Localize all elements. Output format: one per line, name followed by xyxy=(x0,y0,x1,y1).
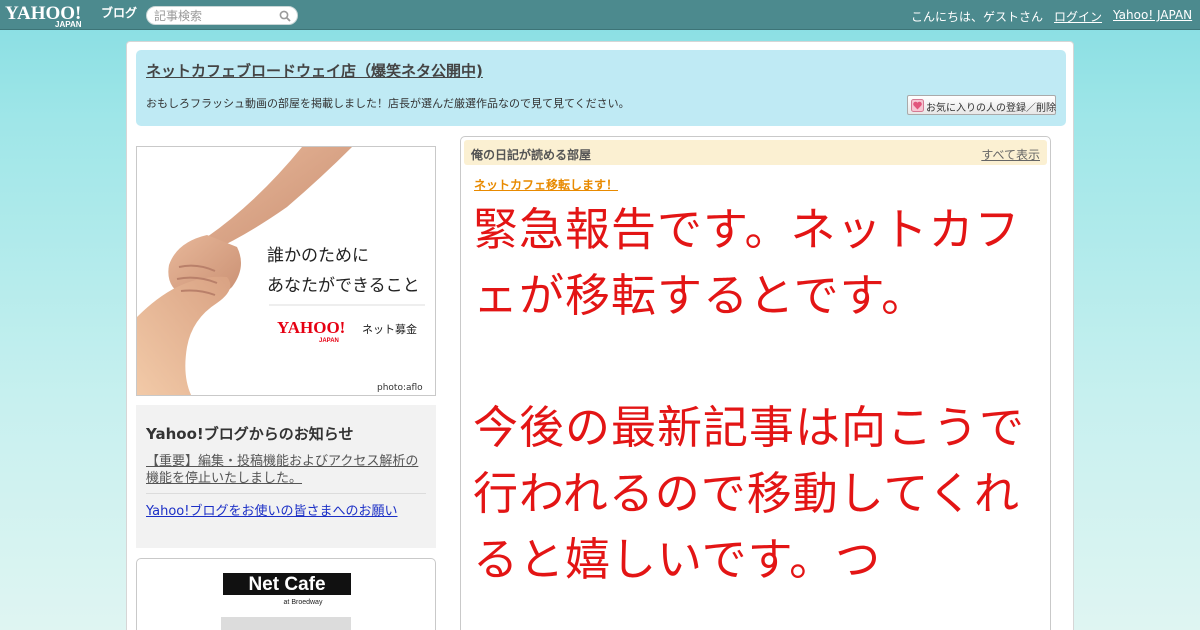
notice-item-request[interactable]: Yahoo!ブログをお使いの皆さまへのお願い xyxy=(146,500,397,519)
handshake-image: 誰かのために あなたができること YAHOO! JAPAN ネット募金 phot… xyxy=(137,147,435,395)
favorite-register-button[interactable]: お気に入りの人の登録／削除 xyxy=(907,95,1056,115)
search-input[interactable] xyxy=(154,8,274,24)
article-search[interactable] xyxy=(146,6,298,25)
diary-header: 俺の日記が読める部屋 すべて表示 xyxy=(464,140,1047,165)
blog-title-link[interactable]: ネットカフェブロードウェイ店（爆笑ネタ公開中) xyxy=(146,60,483,81)
post-body: 緊急報告です。ネットカフェが移転するとです。 今後の最新記事は向こうで行われるの… xyxy=(473,203,1026,586)
netcafe-image-placeholder xyxy=(221,617,351,630)
notice-title: Yahoo!ブログからのお知らせ xyxy=(146,425,354,443)
netcafe-logo[interactable]: Net Cafe at Broedway xyxy=(223,573,351,607)
svg-text:JAPAN: JAPAN xyxy=(319,338,339,344)
banner-service: ネット募金 xyxy=(362,322,417,336)
show-all-link[interactable]: すべて表示 xyxy=(981,146,1040,163)
search-icon[interactable] xyxy=(279,10,291,22)
banner-line1: 誰かのために xyxy=(267,246,369,266)
blog-description: おもしろフラッシュ動画の部屋を掲載しました！店長が選んだ厳選作品なので見て見てく… xyxy=(146,97,630,110)
login-link[interactable]: ログイン xyxy=(1054,8,1102,25)
banner-yahoo-logo: YAHOO! xyxy=(277,318,345,337)
yahoo-japan-link[interactable]: Yahoo! JAPAN xyxy=(1113,8,1192,22)
favorite-button-label: お気に入りの人の登録／削除 xyxy=(926,103,1056,114)
netcafe-widget: Net Cafe at Broedway xyxy=(136,558,436,630)
post-title-link[interactable]: ネットカフェ移転します！ xyxy=(474,176,618,193)
svg-text:ブログ: ブログ xyxy=(101,5,137,20)
notice-box: Yahoo!ブログからのお知らせ 【重要】編集・投稿機能およびアクセス解析の機能… xyxy=(136,405,436,548)
svg-text:JAPAN: JAPAN xyxy=(55,20,82,28)
banner-line2: あなたができること xyxy=(267,276,420,296)
donation-banner[interactable]: 誰かのために あなたができること YAHOO! JAPAN ネット募金 phot… xyxy=(136,146,436,396)
diary-section: 俺の日記が読める部屋 すべて表示 ネットカフェ移転します！ 緊急報告です。ネット… xyxy=(460,136,1051,630)
heart-icon xyxy=(911,99,924,112)
notice-item-important[interactable]: 【重要】編集・投稿機能およびアクセス解析の機能を停止いたしました。 xyxy=(146,453,428,487)
top-bar: YAHOO! JAPAN ブログ こんにちは、ゲストさん ログイン Yahoo!… xyxy=(0,0,1200,30)
guest-greeting: こんにちは、ゲストさん xyxy=(911,10,1044,24)
svg-text:at Broedway: at Broedway xyxy=(284,599,323,606)
yahoo-blog-logo[interactable]: YAHOO! JAPAN ブログ xyxy=(5,2,141,28)
diary-title: 俺の日記が読める部屋 xyxy=(471,148,592,162)
svg-text:Net Cafe: Net Cafe xyxy=(248,574,325,595)
banner-credit: photo:aflo xyxy=(377,383,423,393)
blog-header: ネットカフェブロードウェイ店（爆笑ネタ公開中) おもしろフラッシュ動画の部屋を掲… xyxy=(136,50,1066,126)
divider xyxy=(146,493,426,494)
blog-panel: ネットカフェブロードウェイ店（爆笑ネタ公開中) おもしろフラッシュ動画の部屋を掲… xyxy=(126,41,1074,630)
